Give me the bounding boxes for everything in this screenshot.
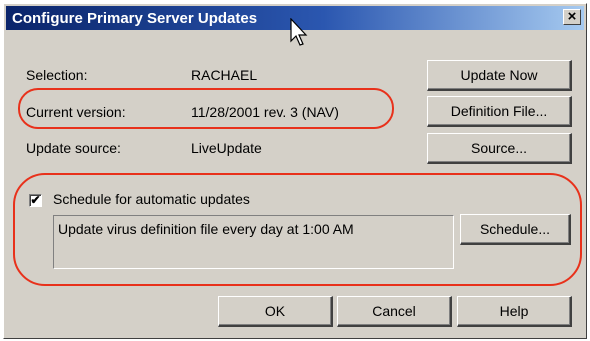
update-source-label: Update source: [26,140,121,156]
ok-button[interactable]: OK [218,296,333,327]
close-button[interactable]: × [563,9,581,25]
source-button[interactable]: Source... [427,133,572,164]
help-button[interactable]: Help [457,296,572,327]
mouse-pointer-icon [290,18,308,46]
close-icon: × [567,8,577,25]
dialog-title: Configure Primary Server Updates [12,10,258,27]
schedule-highlight-ring [13,173,582,286]
selection-label: Selection: [26,67,88,83]
update-source-value: LiveUpdate [191,140,262,156]
version-highlight-ring [18,88,394,129]
definition-file-button[interactable]: Definition File... [427,96,572,127]
update-now-button[interactable]: Update Now [427,60,572,91]
cancel-button[interactable]: Cancel [337,296,452,327]
selection-value: RACHAEL [191,67,258,83]
configure-updates-dialog: Configure Primary Server Updates × [3,3,587,339]
